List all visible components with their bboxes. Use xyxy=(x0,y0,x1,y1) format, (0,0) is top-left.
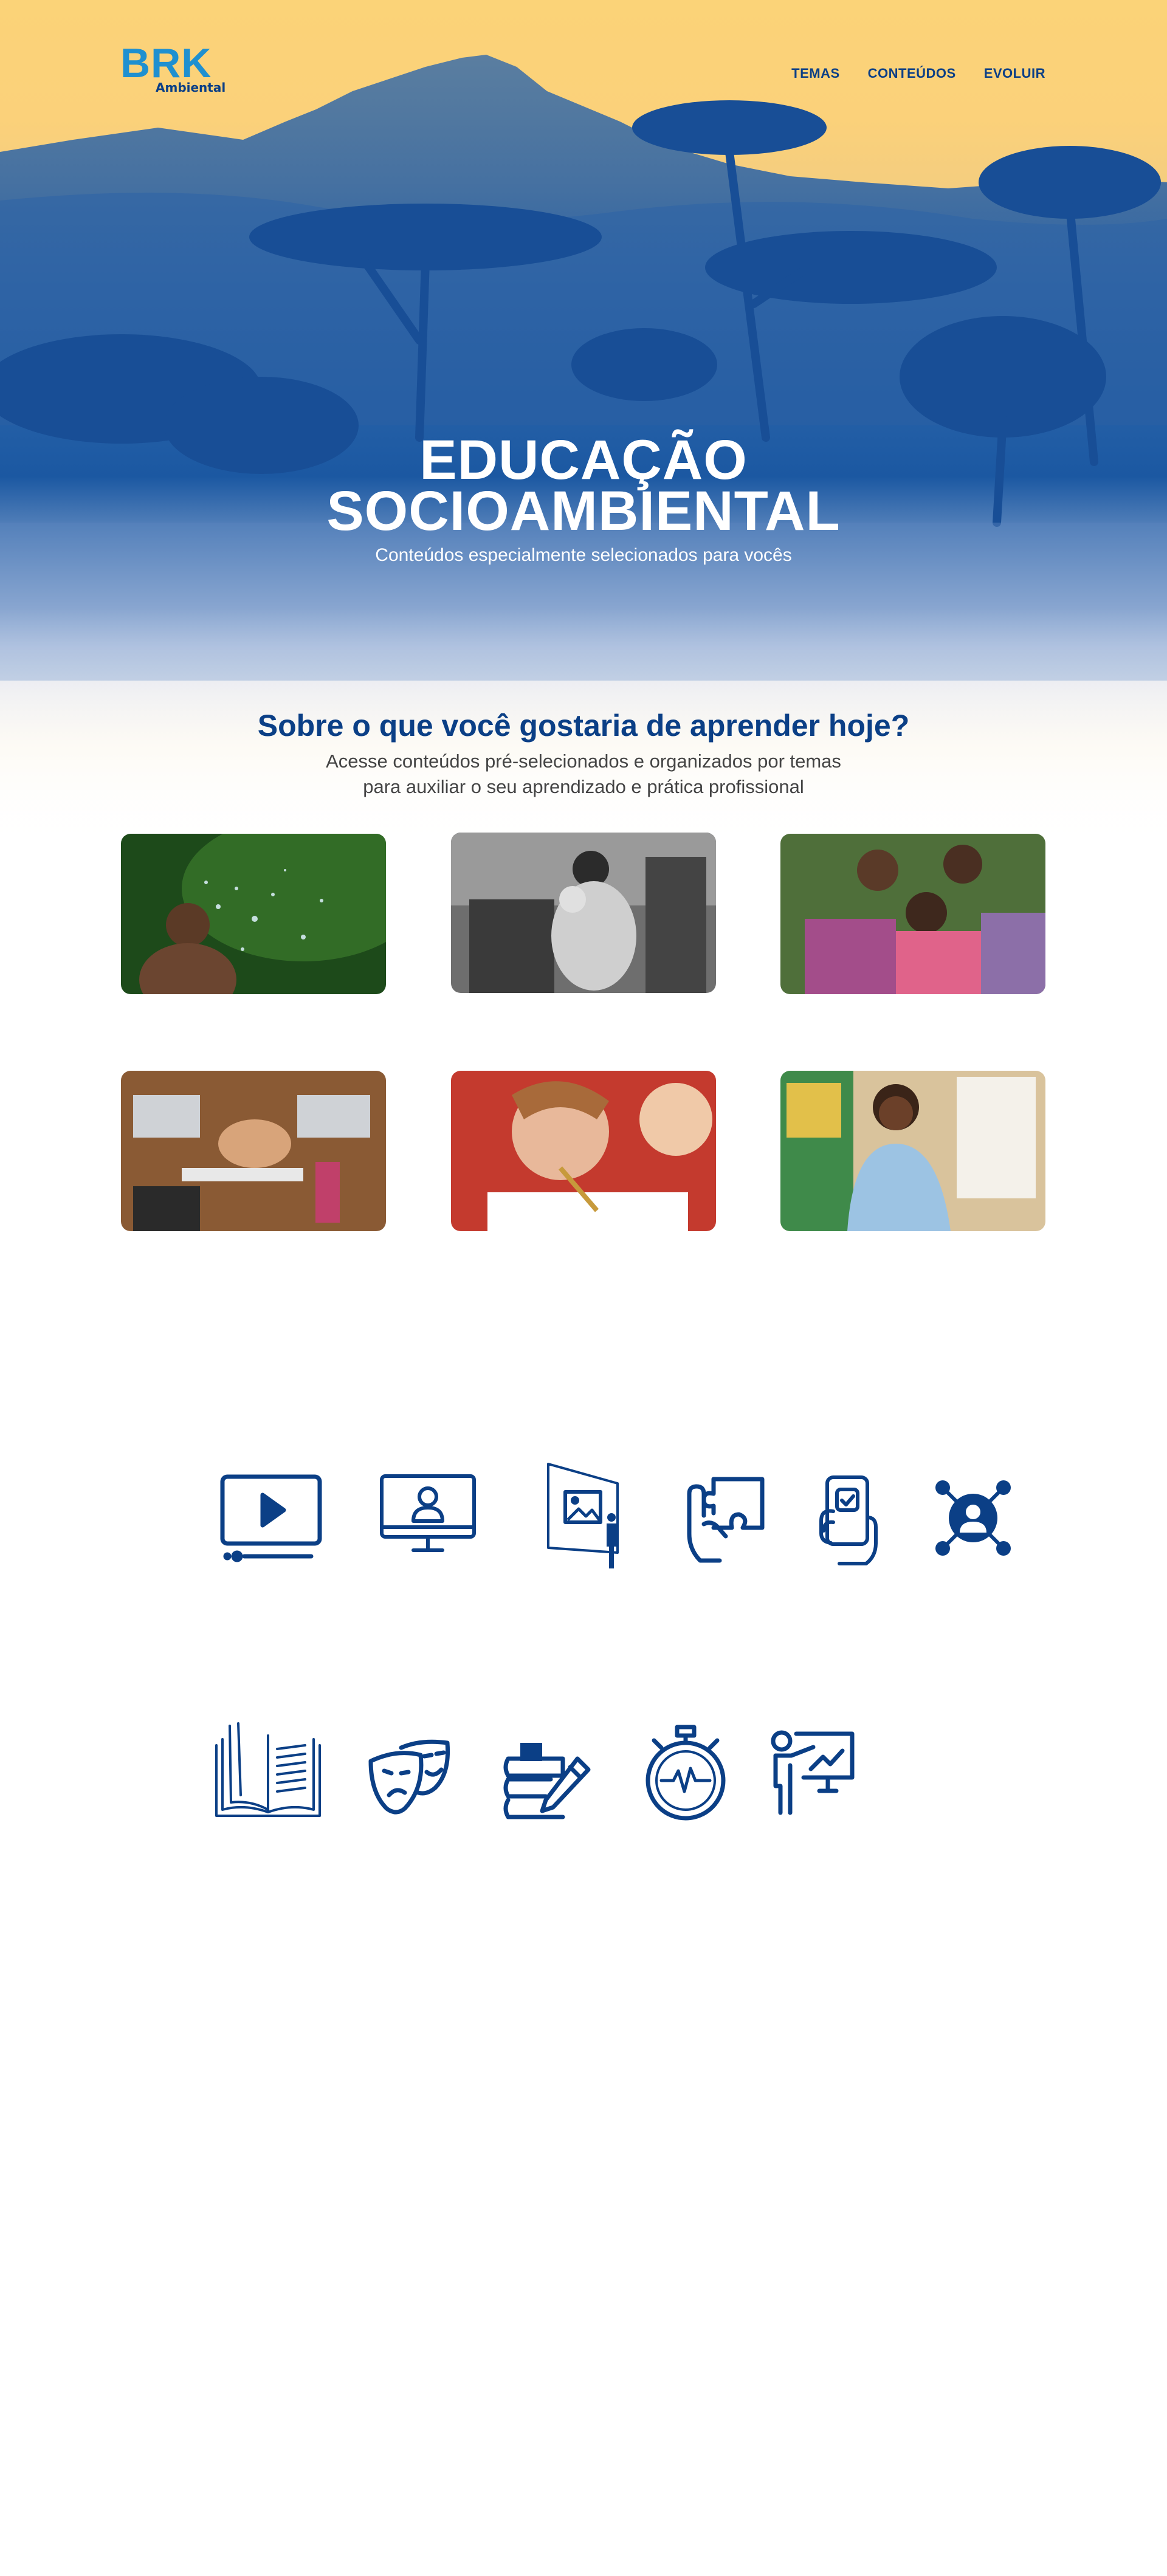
topics-subtitle-line2: para auxiliar o seu aprendizado e prátic… xyxy=(363,776,804,797)
child-splashing-water-image xyxy=(121,834,386,994)
topics-subtitle-line1: Acesse conteúdos pré-selecionados e orga… xyxy=(326,750,841,772)
stopwatch-icon[interactable] xyxy=(644,1725,727,1821)
team-hands-together-laptops-image xyxy=(121,1071,386,1231)
topics-subtitle: Acesse conteúdos pré-selecionados e orga… xyxy=(0,749,1167,800)
mobile-check-icon[interactable] xyxy=(815,1475,880,1567)
topic-card-community[interactable] xyxy=(780,834,1045,994)
online-class-icon[interactable] xyxy=(379,1474,477,1559)
topic-card-hygiene[interactable] xyxy=(451,833,716,993)
mother-child-washing-hands-image xyxy=(451,833,716,993)
puzzle-touch-icon[interactable] xyxy=(683,1475,768,1565)
logo-text: BRK xyxy=(120,40,212,86)
books-pencil-icon[interactable] xyxy=(502,1740,591,1821)
nav-item-conteudos[interactable]: CONTEÚDOS xyxy=(868,66,956,81)
topic-card-teaching[interactable] xyxy=(780,1071,1045,1231)
children-drawing-image xyxy=(451,1071,716,1231)
main-nav: TEMAS CONTEÚDOS EVOLUIR xyxy=(791,66,1045,81)
children-hugging-image xyxy=(780,834,1045,994)
topic-card-water[interactable] xyxy=(121,834,386,994)
exhibition-icon[interactable] xyxy=(546,1461,625,1570)
nav-item-temas[interactable]: TEMAS xyxy=(791,66,840,81)
topic-card-education[interactable] xyxy=(451,1071,716,1231)
network-user-icon[interactable] xyxy=(933,1478,1013,1558)
hero-subtitle: Conteúdos especialmente selecionados par… xyxy=(375,545,792,565)
nav-item-evoluir[interactable]: EVOLUIR xyxy=(984,66,1045,81)
presentation-icon[interactable] xyxy=(767,1729,855,1815)
topic-card-teamwork[interactable] xyxy=(121,1071,386,1231)
teacher-at-whiteboard-image xyxy=(780,1071,1045,1231)
hero-title: EDUCAÇÃO SOCIOAMBIENTAL xyxy=(0,432,1167,539)
open-book-icon[interactable] xyxy=(214,1721,322,1818)
brk-logo[interactable]: BRK Ambiental xyxy=(120,43,227,97)
theater-masks-icon[interactable] xyxy=(368,1737,451,1816)
video-player-icon[interactable] xyxy=(220,1474,322,1562)
logo-subtitle: Ambiental xyxy=(156,80,226,95)
hero-title-line2: SOCIOAMBIENTAL xyxy=(326,480,841,542)
topics-title: Sobre o que você gostaria de aprender ho… xyxy=(257,709,910,743)
